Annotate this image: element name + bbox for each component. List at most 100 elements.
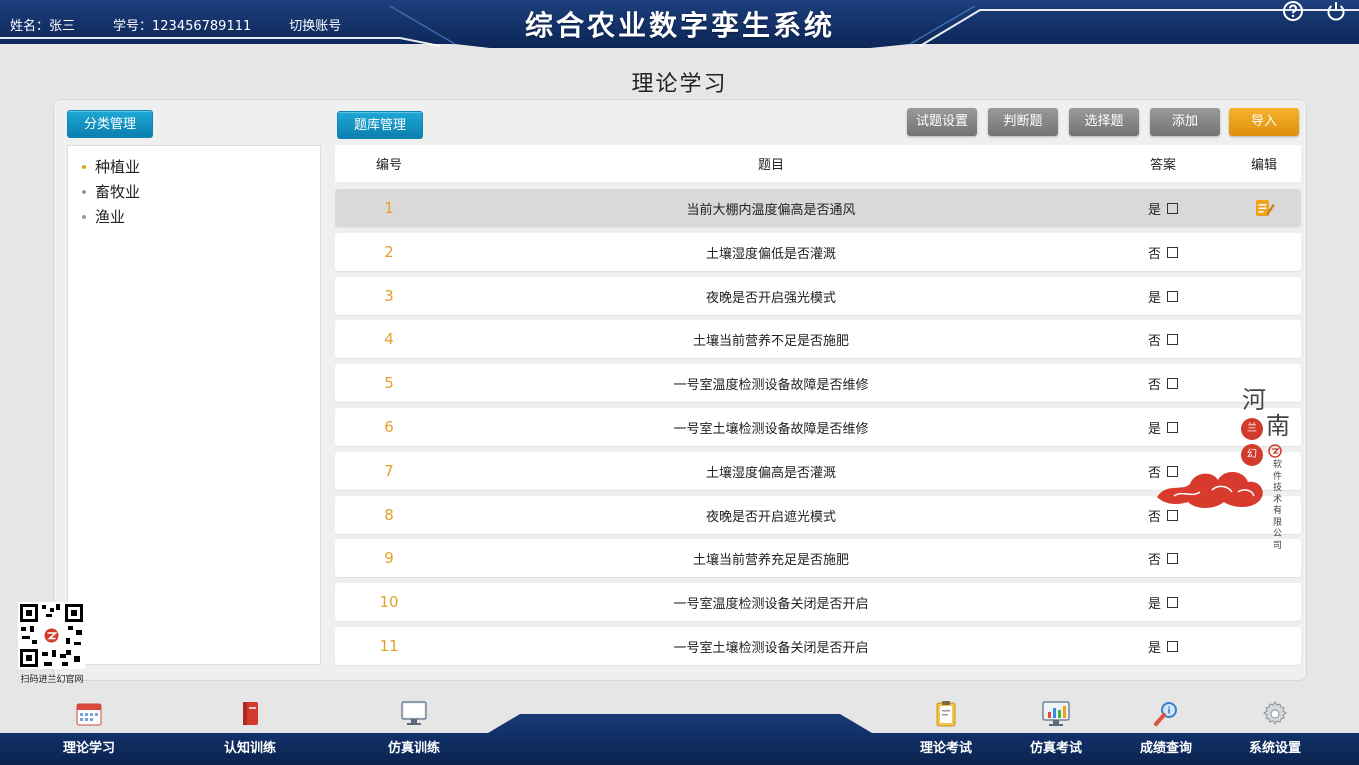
top-bar: 姓名：张三 学号：123456789111 切换账号 综合农业数字孪生系统 <box>0 0 1359 48</box>
row-edit-cell <box>1227 197 1301 219</box>
row-answer: 否 <box>1099 374 1227 393</box>
row-question: 土壤当前营养不足是否施肥 <box>692 333 849 349</box>
table-header: 编号 题目 答案 编辑 <box>335 145 1301 182</box>
row-question: 夜晚是否开启强光模式 <box>705 290 836 306</box>
edit-icon[interactable] <box>1253 197 1275 219</box>
watermark-char: 河 <box>1242 386 1266 414</box>
row-number: 5 <box>384 374 394 392</box>
user-name: 姓名：张三 <box>10 18 76 34</box>
row-number: 6 <box>384 418 394 436</box>
nav-label: 理论学习 <box>62 741 115 756</box>
row-question: 夜晚是否开启遮光模式 <box>705 509 836 525</box>
tree-item-label: 种植业 <box>95 158 141 176</box>
nav-theory-exam[interactable]: 理论考试 <box>896 700 996 765</box>
table-row[interactable]: 11 一号室土壤检测设备关闭是否开启 是 <box>335 627 1301 665</box>
column-header-edit: 编辑 <box>1250 158 1277 173</box>
nav-simulation-training[interactable]: 仿真训练 <box>364 700 464 765</box>
row-question: 当前大棚内温度偏高是否通风 <box>686 202 856 218</box>
nav-simulation-exam[interactable]: 仿真考试 <box>1006 700 1106 765</box>
page-title: 理论学习 <box>631 72 728 97</box>
answer-checkbox[interactable] <box>1167 202 1178 214</box>
tree-item-planting[interactable]: 种植业 <box>68 154 320 179</box>
answer-text: 是 <box>1147 596 1161 612</box>
row-number: 10 <box>379 593 399 611</box>
tree-item-livestock[interactable]: 畜牧业 <box>68 179 320 204</box>
answer-text: 是 <box>1147 421 1161 437</box>
row-question: 一号室土壤检测设备关闭是否开启 <box>673 640 869 656</box>
answer-checkbox[interactable] <box>1167 333 1178 345</box>
column-header-answer: 答案 <box>1149 158 1176 173</box>
add-button[interactable]: 添加 <box>1150 108 1220 136</box>
bottom-nav: 理论学习 认知训练 仿真训练 理论考试 仿真考试 i 成绩查询 系统设置 <box>0 700 1359 765</box>
nav-score-query[interactable]: i 成绩查询 <box>1116 700 1216 765</box>
tree-item-label: 畜牧业 <box>95 183 141 201</box>
power-icon[interactable] <box>1325 0 1347 22</box>
company-name: 软件技术有限公司 <box>1273 460 1283 551</box>
user-info: 姓名：张三 学号：123456789111 切换账号 <box>10 0 341 48</box>
row-number: 2 <box>384 243 394 261</box>
row-answer: 否 <box>1099 243 1227 262</box>
nav-label: 系统设置 <box>1248 741 1301 756</box>
table-row[interactable]: 10 一号室温度检测设备关闭是否开启 是 <box>335 583 1301 621</box>
seal-stamp: 兰 <box>1241 418 1263 440</box>
import-button[interactable]: 导入 <box>1229 108 1299 136</box>
qr-label: 扫码进兰幻官网 <box>20 675 84 685</box>
answer-checkbox[interactable] <box>1167 552 1178 564</box>
table-row[interactable]: 5 一号室温度检测设备故障是否维修 否 <box>335 364 1301 402</box>
row-answer: 否 <box>1099 330 1227 349</box>
row-question: 土壤湿度偏低是否灌溉 <box>705 246 836 262</box>
answer-text: 否 <box>1147 246 1161 262</box>
table-row[interactable]: 2 土壤湿度偏低是否灌溉 否 <box>335 233 1301 271</box>
answer-checkbox[interactable] <box>1167 290 1178 302</box>
switch-account-link[interactable]: 切换账号 <box>289 15 341 34</box>
watermark-char: 南 <box>1266 412 1290 440</box>
row-answer: 是 <box>1099 418 1227 437</box>
answer-checkbox[interactable] <box>1167 421 1178 433</box>
nav-theory-study[interactable]: 理论学习 <box>39 700 139 765</box>
row-answer: 是 <box>1099 287 1227 306</box>
row-question: 一号室温度检测设备关闭是否开启 <box>673 596 869 612</box>
nav-label: 认知训练 <box>223 741 276 756</box>
row-number: 9 <box>384 549 394 567</box>
multiple-choice-button[interactable]: 选择题 <box>1069 108 1139 136</box>
cloud-icon <box>1157 471 1263 508</box>
logo-icon <box>1268 444 1282 458</box>
answer-checkbox[interactable] <box>1167 377 1178 389</box>
category-manage-button[interactable]: 分类管理 <box>67 110 154 138</box>
table-row[interactable]: 4 土壤当前营养不足是否施肥 否 <box>335 320 1301 358</box>
tree-item-fishery[interactable]: 渔业 <box>68 204 320 229</box>
table-row[interactable]: 6 一号室土壤检测设备故障是否维修 是 <box>335 408 1301 446</box>
app-title: 综合农业数字孪生系统 <box>524 9 835 42</box>
row-number: 7 <box>384 462 394 480</box>
nav-label: 仿真训练 <box>387 741 440 756</box>
monitor-icon <box>401 701 427 725</box>
answer-text: 否 <box>1147 333 1161 349</box>
gear-icon <box>1263 701 1287 725</box>
qr-code <box>18 602 85 669</box>
category-tree: 种植业 畜牧业 渔业 <box>67 145 321 665</box>
nav-label: 理论考试 <box>919 741 972 756</box>
question-bank-button[interactable]: 题库管理 <box>337 111 424 139</box>
column-header-number: 编号 <box>375 158 402 173</box>
row-question: 土壤湿度偏高是否灌溉 <box>705 465 836 481</box>
true-false-button[interactable]: 判断题 <box>988 108 1058 136</box>
bullet-icon <box>82 164 86 169</box>
row-answer: 是 <box>1099 593 1227 612</box>
nav-label: 仿真考试 <box>1029 741 1082 756</box>
table-row[interactable]: 3 夜晚是否开启强光模式 是 <box>335 277 1301 315</box>
answer-checkbox[interactable] <box>1167 596 1178 608</box>
table-row[interactable]: 1 当前大棚内温度偏高是否通风 是 <box>335 189 1301 227</box>
answer-text: 是 <box>1147 202 1161 218</box>
exam-settings-button[interactable]: 试题设置 <box>907 108 977 136</box>
row-number: 11 <box>379 637 399 655</box>
answer-checkbox[interactable] <box>1167 246 1178 258</box>
nav-cognitive-training[interactable]: 认知训练 <box>200 700 300 765</box>
answer-checkbox[interactable] <box>1167 640 1178 652</box>
row-question: 一号室土壤检测设备故障是否维修 <box>673 421 869 437</box>
table-row[interactable]: 9 土壤当前营养充足是否施肥 否 <box>335 539 1301 577</box>
help-icon[interactable] <box>1282 0 1304 22</box>
svg-text:i: i <box>1167 707 1170 717</box>
nav-system-settings[interactable]: 系统设置 <box>1225 700 1325 765</box>
row-number: 4 <box>384 330 394 348</box>
row-number: 8 <box>384 506 394 524</box>
